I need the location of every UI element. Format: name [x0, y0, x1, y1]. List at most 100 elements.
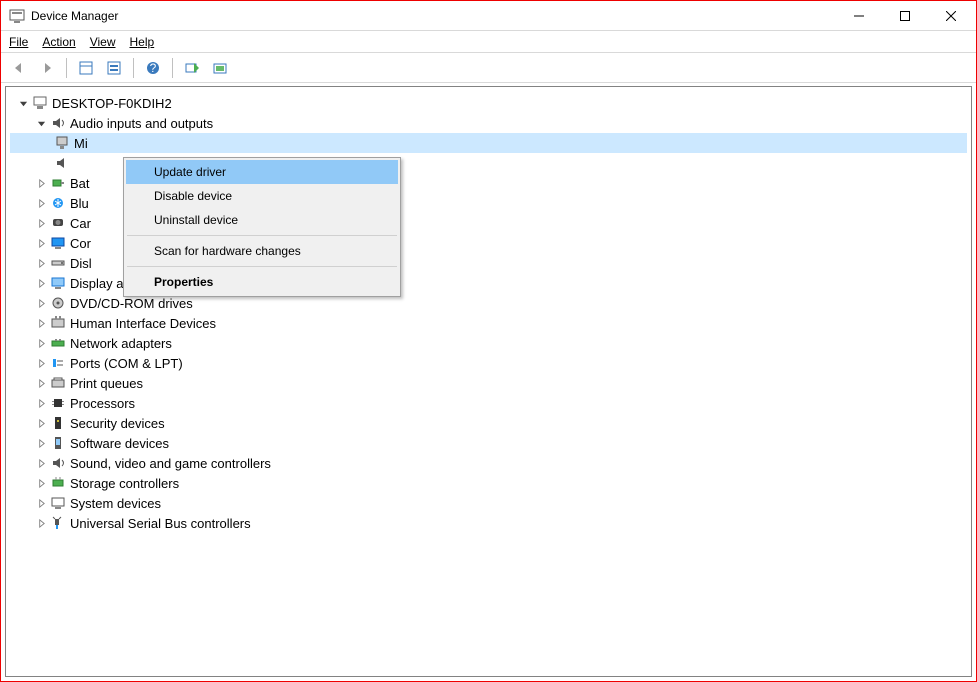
app-icon [9, 8, 25, 24]
menu-help[interactable]: Help [130, 35, 155, 49]
chevron-down-icon[interactable] [34, 116, 48, 130]
tree-category[interactable]: Ports (COM & LPT) [10, 353, 967, 373]
tree-category[interactable]: Storage controllers [10, 473, 967, 493]
tree-category[interactable]: System devices [10, 493, 967, 513]
chevron-right-icon[interactable] [34, 396, 48, 410]
tree-category-label: Storage controllers [70, 476, 179, 491]
tree-category-label: Network adapters [70, 336, 172, 351]
tree-category[interactable]: Print queues [10, 373, 967, 393]
device-icon [50, 295, 66, 311]
chevron-right-icon[interactable] [34, 496, 48, 510]
tree-category[interactable]: Universal Serial Bus controllers [10, 513, 967, 533]
device-icon [50, 175, 66, 191]
maximize-button[interactable] [882, 1, 928, 31]
tree-category[interactable]: Sound, video and game controllers [10, 453, 967, 473]
device-icon [50, 215, 66, 231]
tree-item-label: Mi [74, 136, 88, 151]
chevron-right-icon[interactable] [34, 416, 48, 430]
chevron-right-icon[interactable] [34, 436, 48, 450]
ctx-item-label: Properties [154, 275, 213, 289]
chevron-right-icon[interactable] [34, 376, 48, 390]
chevron-right-icon[interactable] [34, 356, 48, 370]
chevron-right-icon[interactable] [34, 516, 48, 530]
device-icon [50, 315, 66, 331]
toolbar-separator [133, 58, 134, 78]
ctx-item-label: Uninstall device [154, 213, 238, 227]
back-button[interactable] [7, 56, 31, 80]
tree-category-label: Audio inputs and outputs [70, 116, 213, 131]
microphone-icon [54, 135, 70, 151]
tree-category-label: Cor [70, 236, 91, 251]
menu-file[interactable]: File [9, 35, 28, 49]
tree-category[interactable]: Human Interface Devices [10, 313, 967, 333]
toolbar-separator [172, 58, 173, 78]
tree-category-audio[interactable]: Audio inputs and outputs [10, 113, 967, 133]
minimize-button[interactable] [836, 1, 882, 31]
device-icon [50, 355, 66, 371]
toolbar-separator [66, 58, 67, 78]
tree-category-label: Car [70, 216, 91, 231]
menu-view[interactable]: View [90, 35, 116, 49]
speaker-icon [54, 155, 70, 171]
chevron-right-icon[interactable] [34, 296, 48, 310]
svg-text:?: ? [150, 61, 157, 75]
device-icon [50, 455, 66, 471]
close-button[interactable] [928, 1, 974, 31]
tree-category-label: Security devices [70, 416, 165, 431]
device-icon [50, 415, 66, 431]
properties-toolbar-button[interactable] [102, 56, 126, 80]
ctx-properties[interactable]: Properties [126, 270, 398, 294]
ctx-uninstall-device[interactable]: Uninstall device [126, 208, 398, 232]
tree-root[interactable]: DESKTOP-F0KDIH2 [10, 93, 967, 113]
chevron-right-icon[interactable] [34, 236, 48, 250]
device-icon [50, 475, 66, 491]
tree-category-label: Blu [70, 196, 89, 211]
computer-icon [32, 95, 48, 111]
scan-hardware-button[interactable] [180, 56, 204, 80]
chevron-right-icon[interactable] [34, 316, 48, 330]
device-icon [50, 275, 66, 291]
tree-item-microphone[interactable]: Mi [10, 133, 967, 153]
chevron-right-icon[interactable] [34, 456, 48, 470]
ctx-item-label: Scan for hardware changes [154, 244, 301, 258]
device-icon [50, 515, 66, 531]
tree-category-label: Disl [70, 256, 92, 271]
tree-category-label: Software devices [70, 436, 169, 451]
ctx-scan-hardware[interactable]: Scan for hardware changes [126, 239, 398, 263]
tree-category-label: Bat [70, 176, 90, 191]
chevron-right-icon[interactable] [34, 276, 48, 290]
menubar: File Action View Help [1, 31, 976, 53]
titlebar: Device Manager [1, 1, 976, 31]
ctx-update-driver[interactable]: Update driver [126, 160, 398, 184]
update-driver-toolbar-button[interactable] [208, 56, 232, 80]
tree-category[interactable]: Security devices [10, 413, 967, 433]
device-icon [50, 335, 66, 351]
show-hide-tree-button[interactable] [74, 56, 98, 80]
tree-category[interactable]: Software devices [10, 433, 967, 453]
device-icon [50, 375, 66, 391]
chevron-right-icon[interactable] [34, 196, 48, 210]
tree-category-label: Ports (COM & LPT) [70, 356, 183, 371]
tree-root-label: DESKTOP-F0KDIH2 [52, 96, 172, 111]
context-menu: Update driver Disable device Uninstall d… [123, 157, 401, 297]
chevron-down-icon[interactable] [16, 96, 30, 110]
tree-category[interactable]: Processors [10, 393, 967, 413]
chevron-right-icon[interactable] [34, 476, 48, 490]
chevron-right-icon[interactable] [34, 336, 48, 350]
ctx-separator [127, 266, 397, 267]
tree-category-label: Print queues [70, 376, 143, 391]
chevron-right-icon[interactable] [34, 256, 48, 270]
ctx-item-label: Disable device [154, 189, 232, 203]
help-toolbar-button[interactable]: ? [141, 56, 165, 80]
menu-action[interactable]: Action [42, 35, 75, 49]
device-icon [50, 255, 66, 271]
chevron-right-icon[interactable] [34, 216, 48, 230]
forward-button[interactable] [35, 56, 59, 80]
window-frame: Device Manager File Action View Help ? [0, 0, 977, 682]
window-title: Device Manager [31, 9, 118, 23]
ctx-item-label: Update driver [154, 165, 226, 179]
ctx-disable-device[interactable]: Disable device [126, 184, 398, 208]
tree-category[interactable]: Network adapters [10, 333, 967, 353]
tree-category-label: Processors [70, 396, 135, 411]
chevron-right-icon[interactable] [34, 176, 48, 190]
